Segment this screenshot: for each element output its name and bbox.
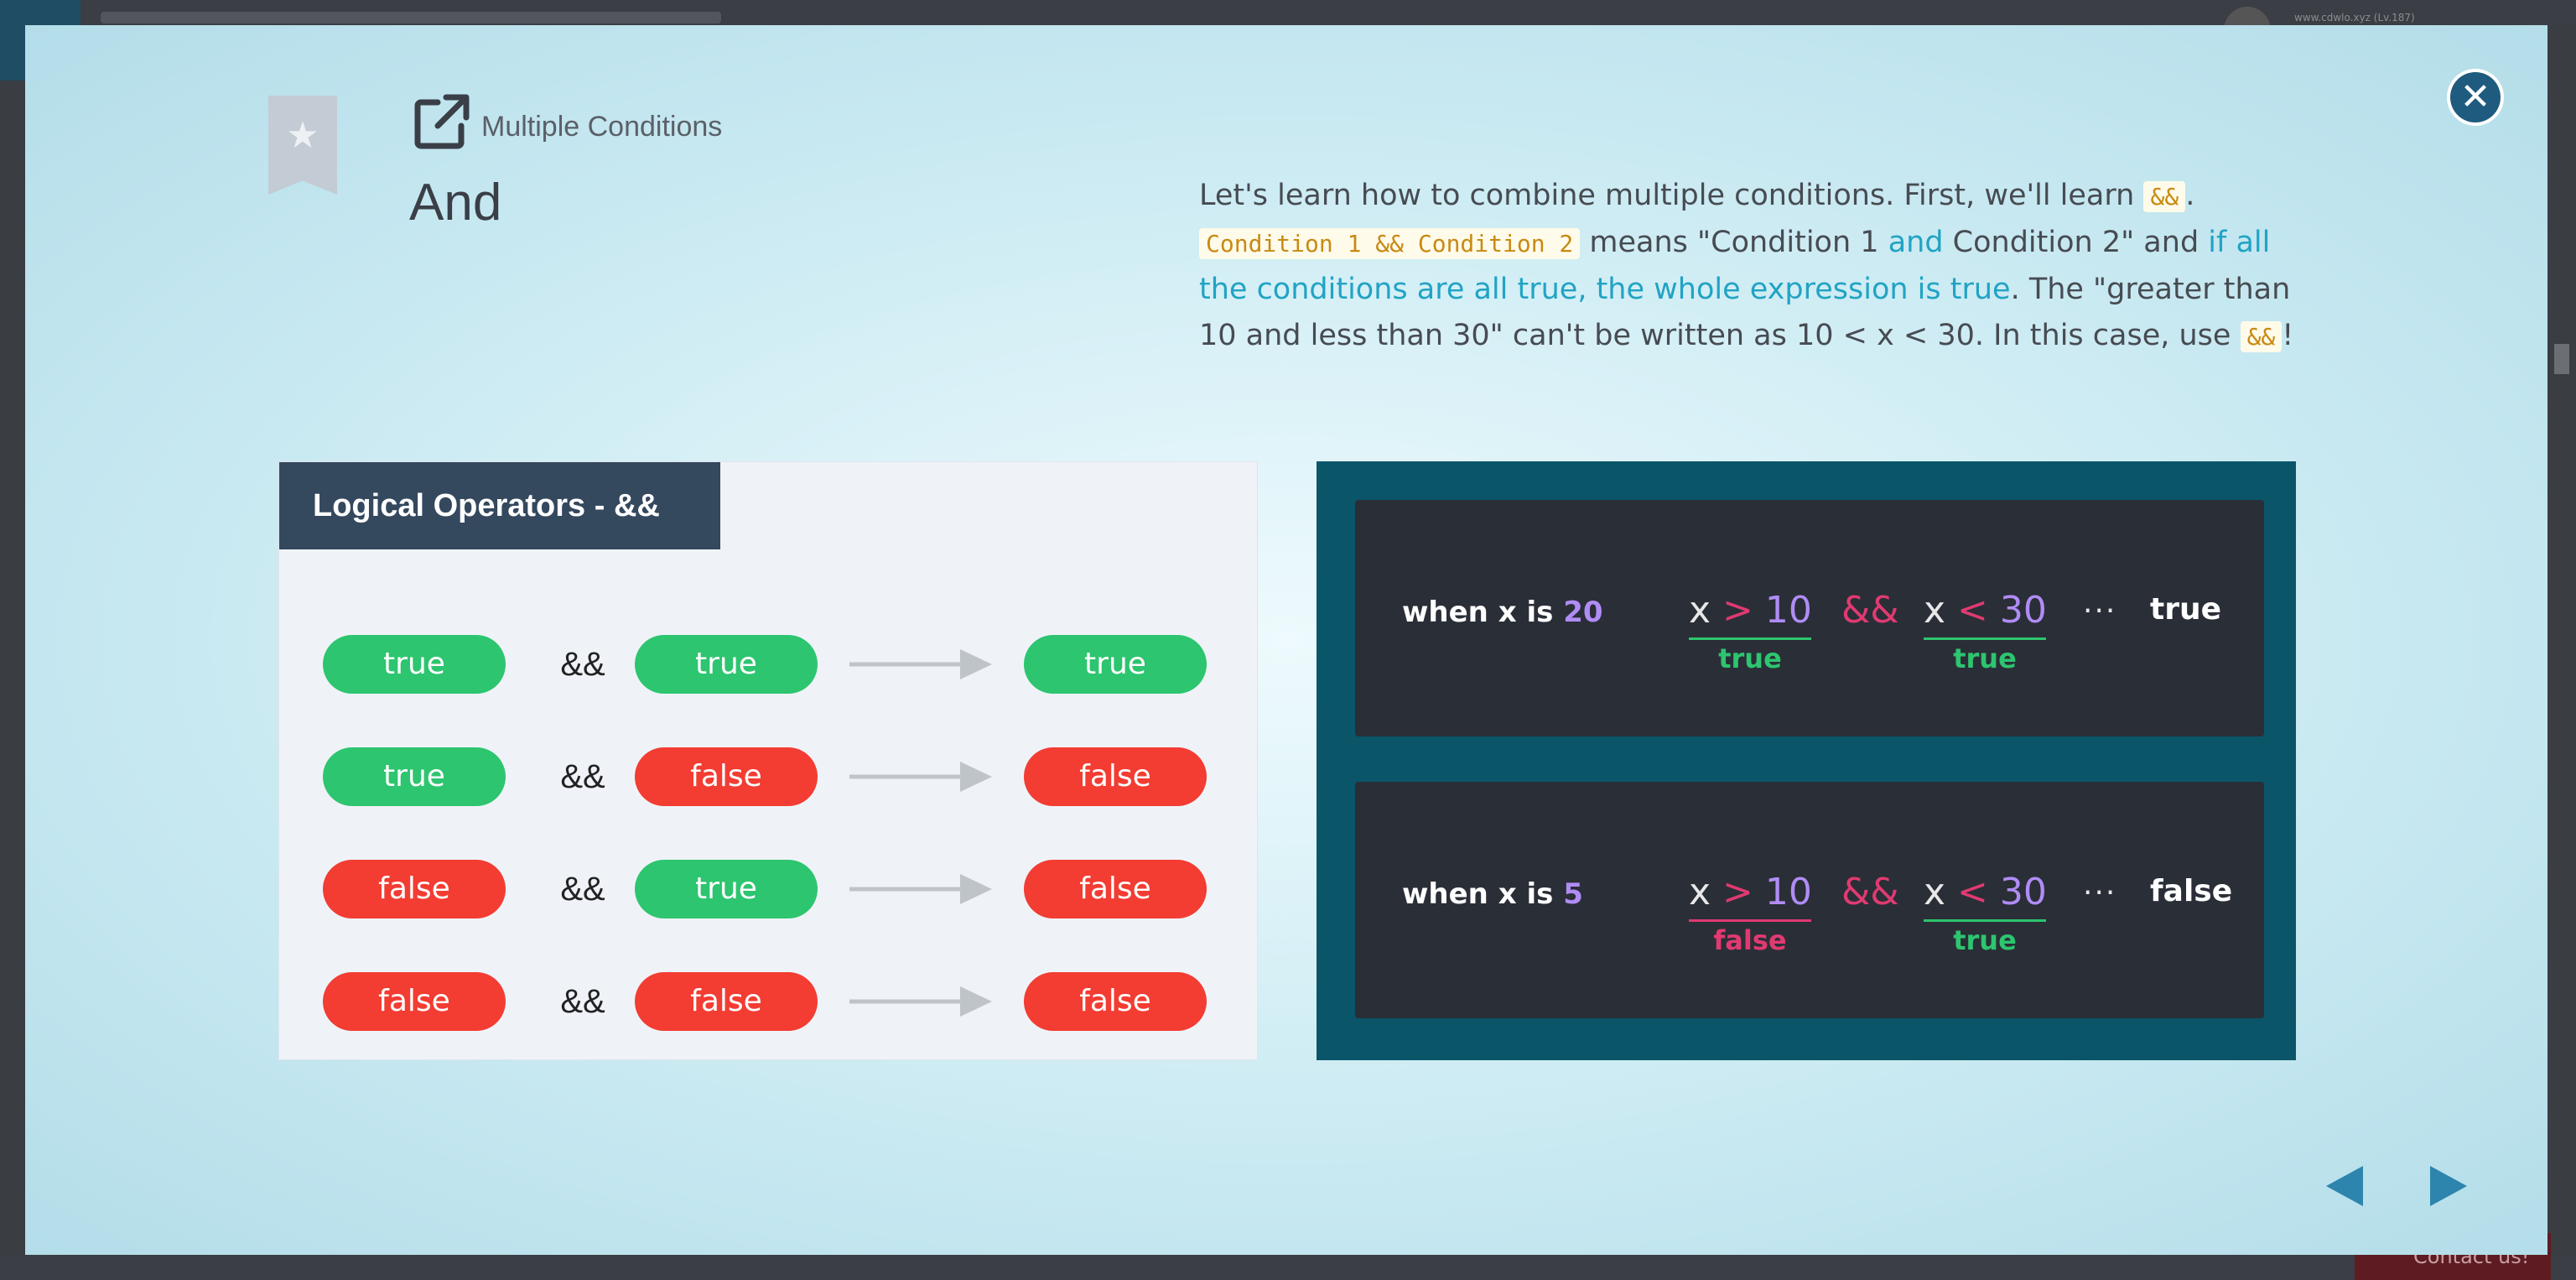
highlight-text: and [1888,226,1944,259]
left-condition: x > 10 [1689,871,1812,913]
background-search-bar [101,12,721,23]
arrow-icon [849,762,992,792]
right-number: 30 [1999,589,2047,632]
result: true [1024,635,1207,694]
example-box: when x is 20 x > 10 true && x < 30 true ··· tru… [1355,500,2264,736]
star-icon: ★ [286,114,319,157]
examples-panel: when x is 20 x > 10 true && x < 30 true ··· tru… [1317,461,2296,1060]
left-result: false [1713,924,1787,956]
operand-a: false [323,860,506,918]
when-label: when x is 20 [1402,596,1603,629]
x-value: 20 [1563,596,1603,629]
left-underline [1689,637,1811,640]
result: false [1024,860,1207,918]
gt-operator: > [1722,871,1753,913]
operand-b: false [635,972,818,1031]
desc-text: means "Condition 1 [1580,226,1888,259]
arrow-icon [849,649,992,679]
lesson-title: And [409,174,502,232]
and-operator: && [1841,589,1899,632]
inline-code: Condition 1 && Condition 2 [1199,228,1581,259]
operand-a: true [323,747,506,806]
operand-a: false [323,972,506,1031]
and-operator: && [560,983,605,1020]
truth-table-header: Logical Operators - && [279,462,720,549]
var-x: x [1689,589,1711,632]
desc-text: ! [2282,319,2294,352]
external-link-icon[interactable] [413,92,471,151]
right-number: 30 [1999,871,2047,913]
lt-operator: < [1957,589,1988,632]
operand-b: true [635,860,818,918]
when-label: when x is 5 [1402,877,1583,911]
right-underline [1924,919,2046,922]
desc-text: Let's learn how to combine multiple cond… [1199,179,2144,212]
example-box: when x is 5 x > 10 false && x < 30 true ··· fal… [1355,782,2264,1018]
inline-code: && [2240,321,2283,352]
right-result: true [1953,924,2017,956]
truth-table-row: false && true false [279,860,1259,918]
var-x: x [1924,871,1946,913]
final-result: false [2150,874,2233,908]
arrow-icon [849,986,992,1017]
scrollbar-thumb [2554,344,2569,374]
var-x: x [1924,589,1946,632]
arrow-icon [849,874,992,904]
x-value: 5 [1563,877,1583,911]
var-x: x [1689,871,1711,913]
operand-b: true [635,635,818,694]
lesson-modal: ✕ ★ Multiple Conditions And Let's learn … [25,25,2547,1255]
user-name: www.cdwlo.xyz (Lv.187) [2294,12,2415,23]
left-number: 10 [1764,589,1812,632]
bookmark-star-icon[interactable]: ★ [268,96,337,195]
ellipsis: ··· [2083,876,2117,910]
inline-code: && [2143,181,2186,212]
when-prefix: when x is [1402,596,1564,629]
when-prefix: when x is [1402,877,1564,911]
left-result: true [1718,643,1782,674]
lt-operator: < [1957,871,1988,913]
desc-text: Condition 2" and [1943,226,2209,259]
close-button[interactable]: ✕ [2450,72,2501,122]
right-condition: x < 30 [1924,589,2047,632]
left-underline [1689,919,1811,922]
final-result: true [2150,592,2222,627]
operand-a: true [323,635,506,694]
left-condition: x > 10 [1689,589,1812,632]
next-arrow-icon[interactable] [2428,1164,2469,1208]
result: false [1024,747,1207,806]
desc-text: . [2185,179,2195,212]
right-result: true [1953,643,2017,674]
operand-b: false [635,747,818,806]
right-condition: x < 30 [1924,871,2047,913]
result: false [1024,972,1207,1031]
close-icon: ✕ [2459,75,2491,118]
truth-table-panel: Logical Operators - && true && true true tru… [278,461,1258,1060]
truth-table-row: true && true true [279,635,1259,694]
prev-arrow-icon[interactable] [2324,1164,2365,1208]
truth-table-row: false && false false [279,972,1259,1031]
right-underline [1924,637,2046,640]
lesson-subtitle: Multiple Conditions [481,111,723,143]
lesson-description: Let's learn how to combine multiple cond… [1199,173,2306,360]
gt-operator: > [1722,589,1753,632]
and-operator: && [1841,871,1899,913]
and-operator: && [560,758,605,795]
background-bottombar [0,1255,2576,1280]
ellipsis: ··· [2083,594,2117,628]
and-operator: && [560,646,605,683]
and-operator: && [560,871,605,908]
left-number: 10 [1764,871,1812,913]
truth-table-row: true && false false [279,747,1259,806]
